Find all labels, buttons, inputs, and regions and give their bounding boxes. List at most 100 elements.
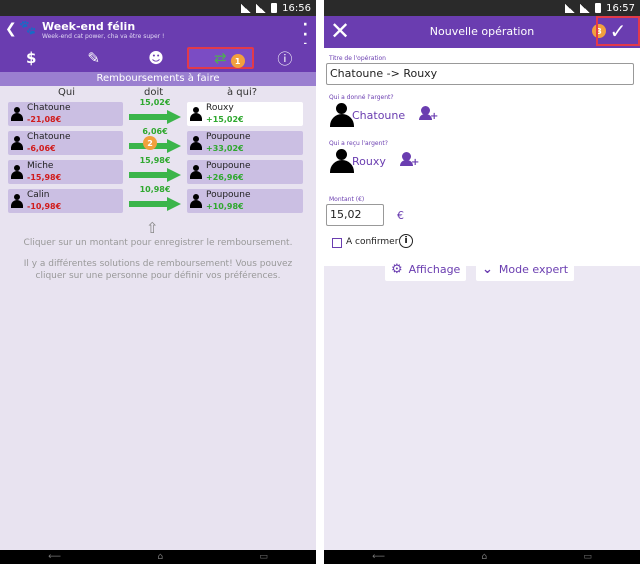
nav-back-icon[interactable]: ⟵ bbox=[48, 552, 61, 562]
amount-input[interactable]: 15,02 bbox=[326, 204, 384, 226]
reimbursement-row: Miche -15,98€ 15,98€ Poupoune +26,96€ bbox=[0, 156, 316, 186]
reimbursement-row: Chatoune -6,06€ 6,06€ 2 Poupoune +33,02€ bbox=[0, 127, 316, 157]
right-arrow-icon[interactable] bbox=[127, 197, 183, 211]
tab-bar: $ ✎ ☻ ⇄ 1 ⓘ bbox=[0, 44, 316, 72]
debtor-card[interactable]: Chatoune -21,08€ bbox=[8, 102, 123, 126]
giver-label: Qui a donné l'argent? bbox=[329, 94, 394, 101]
confirm-check-icon[interactable]: ✓ bbox=[596, 16, 640, 46]
receiver-name[interactable]: Rouxy bbox=[352, 155, 386, 168]
info-icon[interactable]: i bbox=[399, 234, 413, 248]
debtor-balance: -6,06€ bbox=[27, 144, 56, 153]
divider bbox=[316, 0, 324, 564]
debtor-card[interactable]: Miche -15,98€ bbox=[8, 160, 123, 184]
debtor-name: Chatoune bbox=[27, 103, 71, 113]
nav-recents-icon[interactable]: ▭ bbox=[259, 552, 268, 562]
section-title: Remboursements à faire bbox=[0, 72, 316, 86]
nav-home-icon[interactable]: ⌂ bbox=[157, 552, 163, 562]
avatar-icon bbox=[11, 194, 23, 208]
app-subtitle: Week-end cat power, cha va être super ! bbox=[42, 33, 165, 40]
app-bar: ✕ Nouvelle opération 3 ✓ bbox=[324, 16, 640, 48]
paw-icon: 🐾 bbox=[19, 20, 37, 36]
tab-receipts[interactable]: ✎ bbox=[62, 44, 124, 72]
tab-reimbursements[interactable]: ⇄ 1 bbox=[187, 47, 254, 69]
display-button-label: Affichage bbox=[408, 262, 461, 276]
add-person-icon[interactable]: + bbox=[400, 151, 419, 169]
avatar-icon bbox=[190, 194, 202, 208]
receipt-icon: ✎ bbox=[87, 49, 100, 67]
receiver-label: Qui a reçu l'argent? bbox=[329, 140, 388, 147]
reimbursement-row: Chatoune -21,08€ 15,02€ Rouxy +15,02€ bbox=[0, 98, 316, 128]
title-label: Titre de l'opération bbox=[329, 55, 386, 62]
back-arrow-icon[interactable]: ❮ bbox=[5, 21, 17, 37]
title-input[interactable]: Chatoune -> Rouxy bbox=[326, 63, 634, 85]
debtor-balance: -15,98€ bbox=[27, 173, 62, 182]
up-arrow-icon: ⇧ bbox=[146, 219, 159, 237]
app-title: Week-end félin bbox=[42, 20, 136, 33]
signal-icon bbox=[580, 3, 591, 13]
avatar-icon bbox=[11, 165, 23, 179]
creditor-card[interactable]: Poupoune +33,02€ bbox=[187, 131, 303, 155]
status-bar: 16:56 bbox=[0, 0, 316, 16]
battery-icon bbox=[595, 3, 602, 13]
operation-form: Titre de l'opération Chatoune -> Rouxy Q… bbox=[324, 48, 640, 266]
hint-text-2: Il y a différentes solutions de rembours… bbox=[23, 259, 293, 281]
step-badge: 2 bbox=[143, 136, 157, 150]
creditor-card[interactable]: Rouxy +15,02€ bbox=[187, 102, 303, 126]
expert-mode-button[interactable]: ⌄ Mode expert bbox=[476, 257, 575, 281]
expert-mode-label: Mode expert bbox=[498, 262, 569, 276]
giver-name[interactable]: Chatoune bbox=[352, 109, 405, 122]
amount-label[interactable]: 15,98€ bbox=[127, 156, 183, 165]
creditor-balance: +26,96€ bbox=[206, 173, 244, 182]
confirm-checkbox[interactable] bbox=[332, 238, 342, 248]
avatar-icon bbox=[11, 136, 23, 150]
display-button[interactable]: ⚙ Affichage bbox=[385, 257, 467, 281]
col-who: Qui bbox=[58, 87, 75, 98]
gear-icon: ⚙ bbox=[391, 261, 403, 277]
right-arrow-icon[interactable] bbox=[127, 168, 183, 182]
status-bar: 16:57 bbox=[324, 0, 640, 16]
creditor-name: Poupoune bbox=[206, 190, 251, 200]
currency-symbol: € bbox=[397, 209, 404, 222]
debtor-name: Miche bbox=[27, 161, 54, 171]
step-badge: 1 bbox=[230, 54, 245, 68]
person-icon: ☻ bbox=[148, 49, 164, 67]
system-nav-bar: ⟵ ⌂ ▭ bbox=[0, 550, 316, 564]
debtor-card[interactable]: Chatoune -6,06€ bbox=[8, 131, 123, 155]
reimbursement-row: Calin -10,98€ 10,98€ Poupoune +10,98€ bbox=[0, 185, 316, 215]
wifi-icon bbox=[565, 3, 576, 13]
tab-info[interactable]: ⓘ bbox=[254, 44, 316, 72]
avatar-icon bbox=[190, 136, 202, 150]
system-nav-bar: ⟵ ⌂ ▭ bbox=[324, 550, 640, 564]
battery-icon bbox=[271, 3, 278, 13]
avatar-icon bbox=[11, 107, 23, 121]
debtor-card[interactable]: Calin -10,98€ bbox=[8, 189, 123, 213]
avatar-icon bbox=[190, 107, 202, 121]
tab-people[interactable]: ☻ bbox=[125, 44, 187, 72]
tab-expenses[interactable]: $ bbox=[0, 44, 62, 72]
hint-text: Cliquer sur un montant pour enregistrer … bbox=[23, 238, 293, 248]
col-owes: doit bbox=[144, 87, 164, 98]
app-bar: ❮ 🐾 Week-end félin Week-end cat power, c… bbox=[0, 16, 316, 52]
avatar-icon bbox=[190, 165, 202, 179]
creditor-balance: +33,02€ bbox=[206, 144, 244, 153]
creditor-name: Poupoune bbox=[206, 161, 251, 171]
status-time: 16:57 bbox=[606, 2, 635, 14]
amount-label[interactable]: 6,06€ bbox=[127, 127, 183, 136]
nav-back-icon[interactable]: ⟵ bbox=[372, 552, 385, 562]
amount-label[interactable]: 15,02€ bbox=[127, 98, 183, 107]
nav-home-icon[interactable]: ⌂ bbox=[481, 552, 487, 562]
amount-label[interactable]: 10,98€ bbox=[127, 185, 183, 194]
add-person-icon[interactable]: + bbox=[419, 105, 438, 123]
signal-icon bbox=[256, 3, 267, 13]
info-icon: ⓘ bbox=[277, 49, 293, 68]
left-screen: 16:56 ❮ 🐾 Week-end félin Week-end cat po… bbox=[0, 0, 316, 564]
nav-recents-icon[interactable]: ▭ bbox=[583, 552, 592, 562]
right-screen: 16:57 ✕ Nouvelle opération 3 ✓ Titre de … bbox=[324, 0, 640, 564]
debtor-name: Chatoune bbox=[27, 132, 71, 142]
status-time: 16:56 bbox=[282, 2, 311, 14]
right-arrow-icon[interactable] bbox=[127, 110, 183, 124]
creditor-card[interactable]: Poupoune +26,96€ bbox=[187, 160, 303, 184]
creditor-card[interactable]: Poupoune +10,98€ bbox=[187, 189, 303, 213]
wifi-icon bbox=[241, 3, 252, 13]
creditor-name: Poupoune bbox=[206, 132, 251, 142]
